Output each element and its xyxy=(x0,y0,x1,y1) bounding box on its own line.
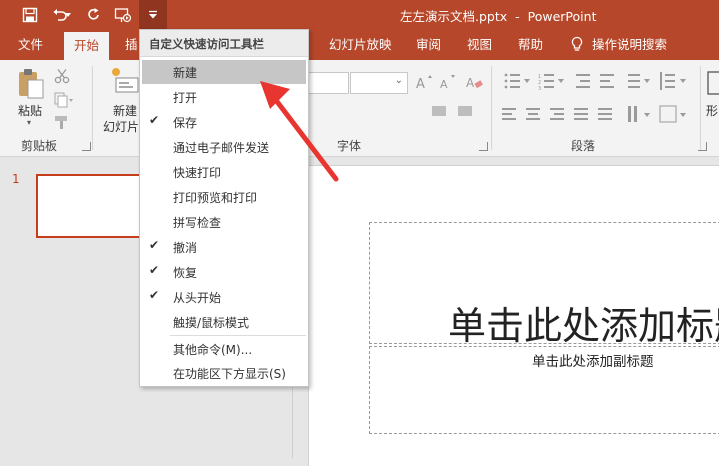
menu-header: 自定义快速访问工具栏 xyxy=(140,30,308,57)
menu-item-more-commands[interactable]: 其他命令(M)... xyxy=(142,337,306,361)
chevron-down-icon xyxy=(149,10,157,19)
title-placeholder[interactable]: 单击此处添加标题 xyxy=(369,222,719,344)
font-launcher-icon[interactable] xyxy=(479,142,488,151)
menu-item-print-preview[interactable]: 打印预览和打印 xyxy=(142,185,306,209)
annotation-arrow xyxy=(260,81,339,182)
group-divider xyxy=(92,66,93,150)
svg-text:A: A xyxy=(440,78,448,91)
checkmark-icon: ✔ xyxy=(149,113,160,127)
tab-slideshow[interactable]: 幻灯片放映 xyxy=(329,30,392,60)
group-divider xyxy=(491,66,492,150)
menu-item-touch-mode[interactable]: 触摸/鼠标模式 xyxy=(142,310,306,334)
svg-text:3: 3 xyxy=(538,86,541,92)
paste-icon[interactable] xyxy=(16,68,46,100)
paste-dropdown-icon[interactable]: ▾ xyxy=(27,118,31,127)
tab-home[interactable]: 开始 xyxy=(64,32,110,60)
checkmark-icon: ✔ xyxy=(149,263,160,277)
tab-file[interactable]: 文件 xyxy=(18,30,43,60)
customize-qat-button[interactable] xyxy=(139,0,167,30)
slide-thumbnail[interactable] xyxy=(36,174,152,238)
new-slide-button[interactable]: 新建 xyxy=(113,102,137,119)
menu-item-show-below-ribbon[interactable]: 在功能区下方显示(S) xyxy=(142,361,306,385)
menu-item-from-beginning[interactable]: ✔ 从头开始 xyxy=(142,285,306,309)
shapes-button[interactable]: 形 xyxy=(706,102,718,119)
new-slide-icon[interactable] xyxy=(110,66,140,100)
subtitle-placeholder[interactable]: 单击此处添加副标题 xyxy=(369,346,719,434)
shapes-icon[interactable] xyxy=(706,68,719,98)
slide-number: 1 xyxy=(12,172,20,186)
format-painter-icon[interactable] xyxy=(54,114,70,130)
copy-icon[interactable] xyxy=(54,92,73,108)
svg-text:A: A xyxy=(416,77,425,92)
menu-item-undo[interactable]: ✔ 撤消 xyxy=(142,235,306,259)
increase-font-size-icon[interactable]: A xyxy=(414,72,434,92)
watermark: Bai 经验 xyxy=(575,401,661,426)
ribbon-tabs: 文件 开始 插 幻灯片放映 审阅 视图 帮助 操作说明搜索 xyxy=(0,30,719,60)
font-size-combobox[interactable]: ⌄ xyxy=(350,72,408,94)
start-from-beginning-icon[interactable] xyxy=(111,3,135,27)
title-bar: 左左演示文档.pptx - PowerPoint xyxy=(0,0,719,30)
menu-separator xyxy=(170,335,306,336)
tab-help[interactable]: 帮助 xyxy=(518,30,543,60)
save-icon[interactable] xyxy=(18,3,42,27)
paragraph-group-label: 段落 xyxy=(571,139,596,153)
window-title: 左左演示文档.pptx - PowerPoint xyxy=(400,9,597,24)
clipboard-group-label: 剪贴板 xyxy=(21,139,58,153)
menu-item-spelling[interactable]: 拼写检查 xyxy=(142,210,306,234)
paragraph-row-2 xyxy=(500,104,690,126)
checkmark-icon: ✔ xyxy=(149,238,160,252)
menu-item-redo[interactable]: ✔ 恢复 xyxy=(142,260,306,284)
tab-insert[interactable]: 插 xyxy=(125,30,138,60)
cut-icon[interactable] xyxy=(54,68,70,84)
tab-view[interactable]: 视图 xyxy=(467,30,492,60)
lightbulb-icon xyxy=(571,36,583,51)
paragraph-row-1: 1 2 3 xyxy=(500,70,690,92)
group-divider xyxy=(700,66,701,150)
undo-dropdown-icon[interactable] xyxy=(62,3,74,27)
new-slide-label-line2: 幻灯片 xyxy=(103,120,140,134)
redo-icon[interactable] xyxy=(82,3,106,27)
paste-button[interactable]: 粘贴 xyxy=(18,102,42,119)
title-placeholder-text: 单击此处添加标题 xyxy=(448,304,719,344)
chevron-down-icon: ⌄ xyxy=(394,75,403,86)
decrease-font-size-icon[interactable]: A xyxy=(438,72,458,92)
clear-formatting-icon[interactable]: A xyxy=(464,72,484,92)
checkmark-icon: ✔ xyxy=(149,288,160,302)
clipboard-launcher-icon[interactable] xyxy=(82,142,91,151)
tell-me-search[interactable]: 操作说明搜索 xyxy=(570,30,667,60)
svg-text:A: A xyxy=(466,76,475,90)
ribbon: 粘贴 ▾ 剪贴板 新建 幻灯片 ⌄ A A A 字体 1 2 3 段落 形 xyxy=(0,60,719,157)
subtitle-placeholder-text: 单击此处添加副标题 xyxy=(532,354,654,370)
tab-review[interactable]: 审阅 xyxy=(416,30,441,60)
